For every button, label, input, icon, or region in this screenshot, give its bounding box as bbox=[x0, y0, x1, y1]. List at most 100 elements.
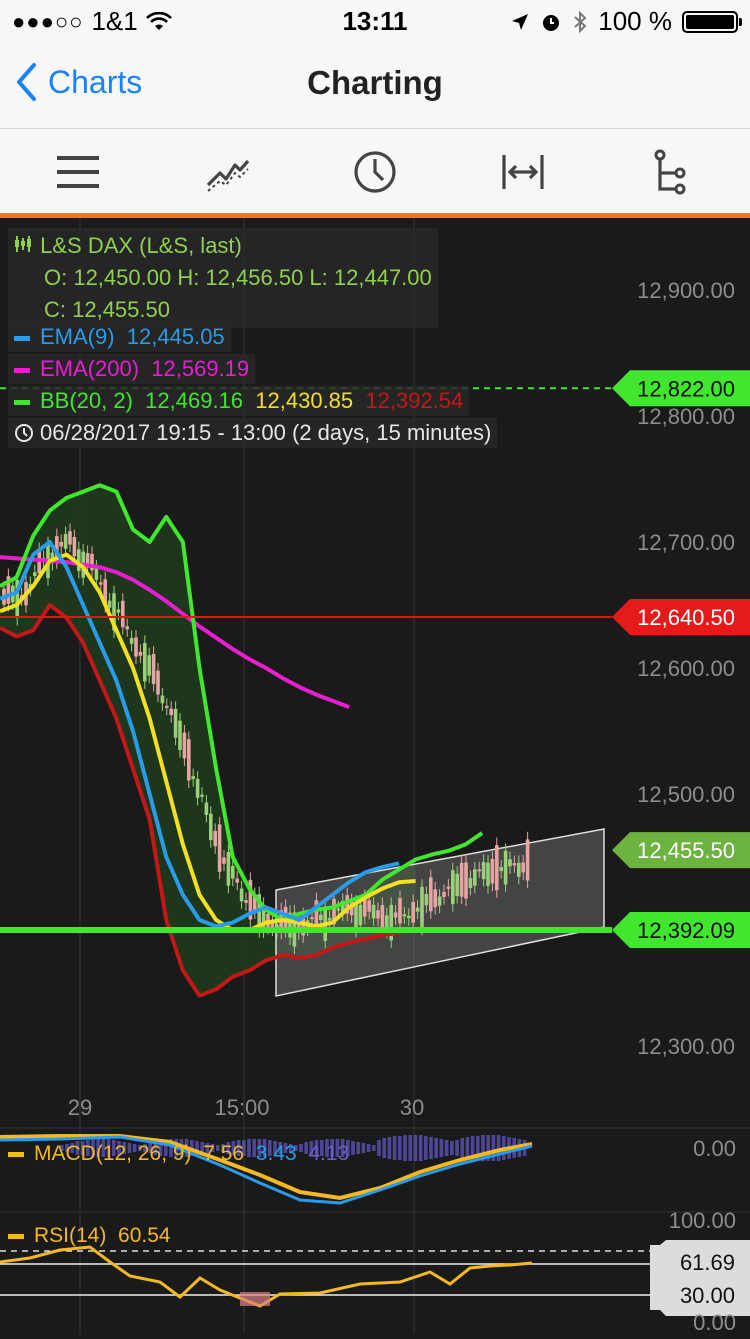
rsi-badge-value: 61.69 bbox=[680, 1250, 735, 1275]
chart-area[interactable]: 12,900.00 12,800.00 12,700.00 12,600.00 12,5… bbox=[0, 218, 750, 1335]
candles-icon bbox=[14, 230, 34, 262]
bb-upper-value: 12,469.16 bbox=[145, 388, 244, 413]
ohlc-values: O: 12,450.00 H: 12,456.50 L: 12,447.00 bbox=[44, 265, 432, 290]
rsi-top-label: 100.00 bbox=[669, 1208, 736, 1233]
macd-zero-label: 0.00 bbox=[693, 1136, 736, 1161]
battery-percent: 100 % bbox=[598, 6, 672, 36]
candle-body bbox=[327, 918, 332, 921]
candle-body bbox=[235, 878, 239, 883]
macd-histogram-bar bbox=[460, 1138, 464, 1158]
time-range-legend[interactable]: 06/28/2017 19:15 - 13:00 (2 days, 15 min… bbox=[8, 418, 498, 448]
indicators-icon[interactable] bbox=[205, 149, 251, 195]
candle-body bbox=[499, 867, 503, 871]
time-label: 29 bbox=[68, 1095, 92, 1120]
candle-body bbox=[490, 858, 495, 884]
time-range: 06/28/2017 19:15 - 13:00 (2 days, 15 min… bbox=[40, 420, 492, 445]
rsi-swatch bbox=[8, 1233, 24, 1239]
ema200-value: 12,569.19 bbox=[151, 356, 250, 381]
menu-icon[interactable] bbox=[55, 149, 101, 195]
candle-body bbox=[77, 549, 81, 571]
ema200-legend[interactable]: EMA(200) 12,569.19 bbox=[8, 354, 256, 384]
macd-histogram-bar bbox=[387, 1137, 392, 1159]
bb-lower-value: 12,392.54 bbox=[365, 388, 464, 413]
macd-histogram-value: 4.13 bbox=[308, 1142, 350, 1165]
candle-body bbox=[107, 600, 112, 608]
price-badge-red-value: 12,640.50 bbox=[637, 605, 735, 630]
instrument-legend[interactable]: L&S DAX (L&S, last) O: 12,450.00 H: 12,4… bbox=[8, 228, 438, 328]
candle-body bbox=[99, 582, 103, 585]
candle-body bbox=[319, 914, 323, 920]
status-right: 100 % bbox=[510, 6, 742, 37]
candle-body bbox=[371, 904, 376, 919]
candle-body bbox=[429, 877, 433, 912]
macd-histogram-bar bbox=[434, 1138, 438, 1158]
candle-body bbox=[473, 869, 477, 886]
macd-histogram-bar bbox=[429, 1137, 433, 1159]
candle-body bbox=[495, 845, 499, 891]
price-badge-dashed-value: 12,822.00 bbox=[637, 376, 735, 401]
battery-fill bbox=[686, 14, 734, 29]
candle-body bbox=[512, 863, 517, 866]
battery-icon bbox=[682, 10, 742, 33]
candle-body bbox=[147, 655, 151, 676]
candle-body bbox=[380, 905, 385, 930]
page-title: Charting bbox=[307, 64, 443, 101]
macd-value: 7.56 bbox=[203, 1142, 245, 1165]
rsi-badge-value: 30.00 bbox=[680, 1283, 735, 1308]
rsi-label: RSI(14) bbox=[34, 1224, 107, 1247]
macd-legend[interactable]: MACD(12, 26, 9) 7.56 3.43 4.13 bbox=[8, 1142, 349, 1166]
macd-histogram-bar bbox=[465, 1137, 470, 1159]
candle-body bbox=[481, 862, 486, 880]
candle-body bbox=[393, 912, 398, 918]
ema9-label: EMA(9) bbox=[40, 324, 115, 349]
macd-histogram-bar bbox=[351, 1141, 355, 1155]
candle-body bbox=[195, 778, 200, 798]
candle-body bbox=[160, 695, 165, 704]
candle-body bbox=[244, 900, 248, 903]
macd-histogram-bar bbox=[377, 1140, 381, 1156]
chart-toolbar bbox=[0, 129, 750, 213]
candle-body bbox=[468, 878, 473, 888]
bluetooth-icon bbox=[574, 10, 587, 33]
clock-icon[interactable] bbox=[352, 149, 398, 195]
macd-histogram-bar bbox=[413, 1135, 418, 1161]
instrument-name: L&S DAX (L&S, last) bbox=[40, 233, 242, 258]
candle-body bbox=[521, 862, 525, 873]
candle-body bbox=[187, 739, 191, 781]
price-tick-label: 12,600.00 bbox=[637, 656, 735, 681]
candle-body bbox=[68, 531, 72, 545]
candle-body bbox=[442, 891, 446, 897]
candle-body bbox=[420, 886, 424, 928]
bb-legend[interactable]: BB(20, 2) 12,469.16 12,430.85 12,392.54 bbox=[8, 386, 470, 416]
ema9-swatch bbox=[14, 335, 30, 341]
range-icon[interactable] bbox=[500, 149, 546, 195]
candle-body bbox=[138, 651, 143, 656]
macd-histogram-bar bbox=[361, 1143, 366, 1153]
macd-histogram-bar bbox=[408, 1135, 412, 1161]
candle-body bbox=[358, 904, 363, 926]
ema9-legend[interactable]: EMA(9) 12,445.05 bbox=[8, 322, 231, 352]
macd-swatch bbox=[8, 1151, 24, 1157]
candle-body bbox=[437, 896, 442, 906]
macd-histogram-bar bbox=[418, 1135, 423, 1161]
candle-body bbox=[354, 902, 358, 930]
macd-histogram-bar bbox=[439, 1139, 444, 1157]
candle-body bbox=[415, 907, 420, 912]
macd-histogram-bar bbox=[455, 1140, 459, 1156]
candle-body bbox=[525, 839, 530, 881]
tree-icon[interactable] bbox=[650, 149, 696, 195]
price-tick-label: 12,300.00 bbox=[637, 1034, 735, 1059]
candle-body bbox=[376, 910, 380, 919]
price-tick-label: 12,700.00 bbox=[637, 530, 735, 555]
candle-body bbox=[72, 537, 77, 557]
rsi-bottom-label: 0.00 bbox=[693, 1310, 736, 1334]
candle-body bbox=[411, 901, 415, 923]
candle-body bbox=[33, 572, 37, 577]
status-bar: ●●●○○ 1&1 13:11 100 % bbox=[0, 0, 750, 40]
candle-body bbox=[367, 900, 371, 912]
candle-body bbox=[178, 720, 182, 751]
candle-body bbox=[336, 908, 341, 911]
macd-histogram-bar bbox=[356, 1142, 360, 1154]
rsi-legend[interactable]: RSI(14) 60.54 bbox=[8, 1224, 171, 1248]
candle-body bbox=[433, 889, 437, 908]
